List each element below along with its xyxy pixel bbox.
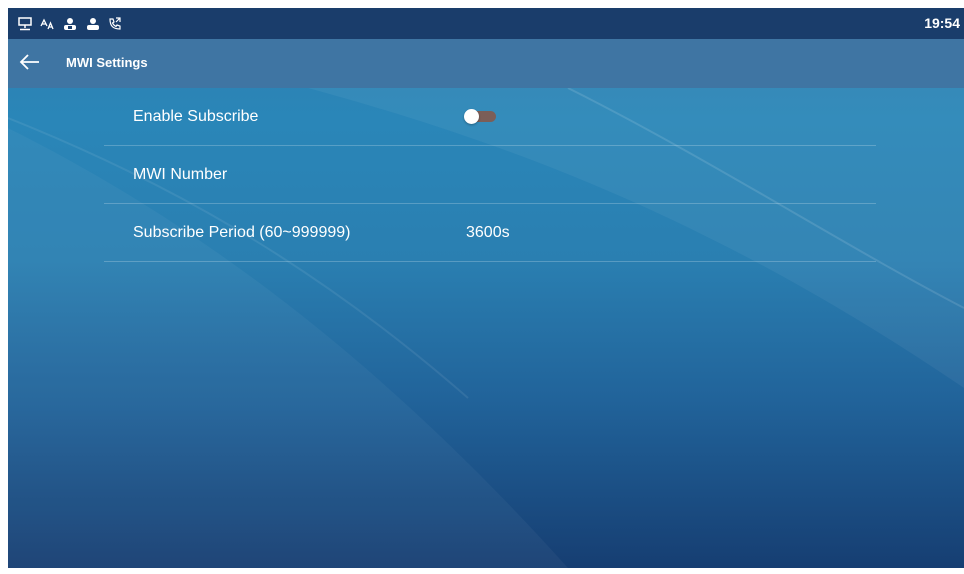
status-icons <box>18 15 122 33</box>
contacts-icon <box>64 18 76 30</box>
toggle-knob <box>464 109 479 124</box>
mwi-number-row[interactable]: MWI Number <box>104 146 876 204</box>
arrow-left-icon <box>19 54 39 70</box>
subscribe-period-row[interactable]: Subscribe Period (60~999999) 3600s <box>104 204 876 262</box>
status-bar: 19:54 <box>8 8 964 39</box>
mwi-number-label: MWI Number <box>133 166 228 183</box>
enable-subscribe-row[interactable]: Enable Subscribe <box>104 88 876 146</box>
back-button[interactable] <box>18 52 42 72</box>
enable-subscribe-toggle[interactable] <box>464 109 497 124</box>
call-forward-icon <box>109 17 121 30</box>
enable-subscribe-label: Enable Subscribe <box>133 108 259 125</box>
page-title: MWI Settings <box>66 55 148 70</box>
clock: 19:54 <box>924 15 960 31</box>
language-icon <box>40 18 54 30</box>
title-bar: MWI Settings <box>8 39 964 88</box>
subscribe-period-label: Subscribe Period (60~999999) <box>133 224 351 241</box>
settings-list: Enable Subscribe MWI Number Subscribe Pe… <box>104 88 876 262</box>
phone-screen: 19:54 MWI Settings Enable Subscribe MWI … <box>8 8 964 568</box>
subscribe-period-value: 3600s <box>466 224 510 241</box>
network-icon <box>18 17 32 31</box>
account-icon <box>87 18 99 30</box>
